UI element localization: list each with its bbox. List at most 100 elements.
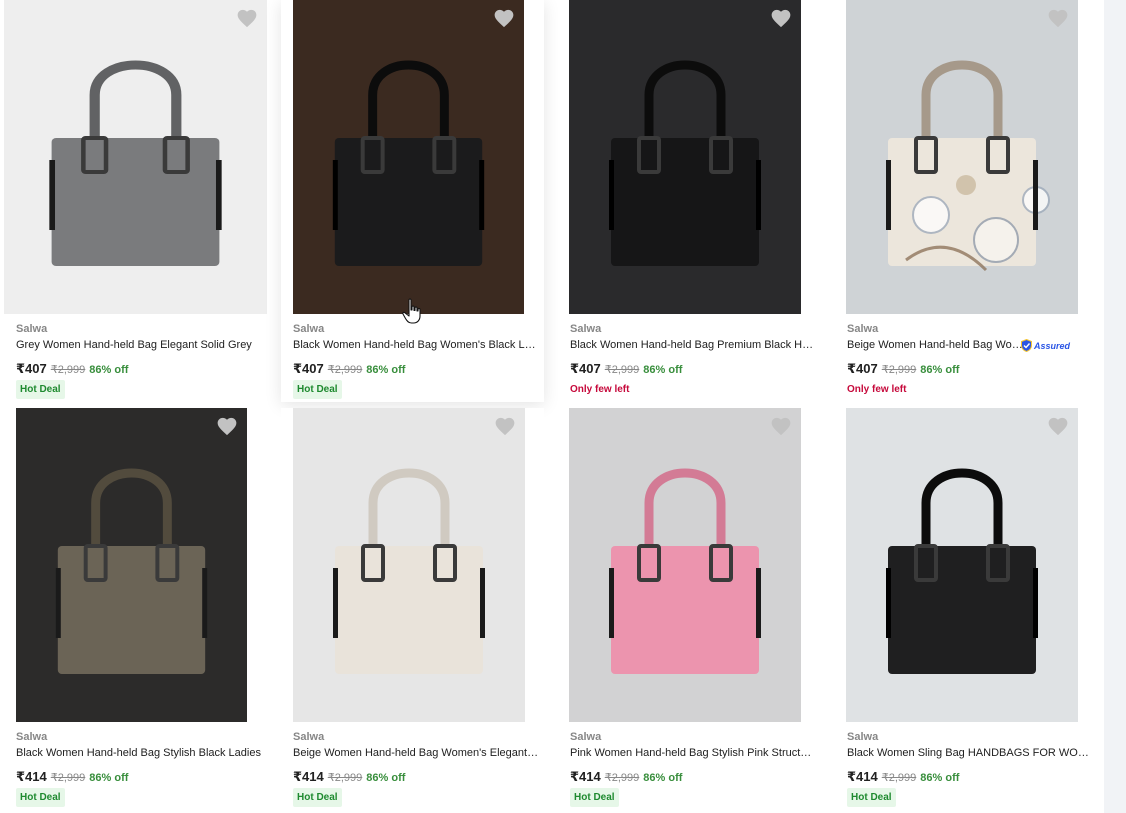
bag-photo bbox=[4, 0, 267, 314]
selling-price: ₹414 bbox=[293, 769, 324, 784]
price-row: ₹407 ₹2,999 86% off bbox=[16, 360, 128, 378]
price-row: ₹407 ₹2,999 86% off bbox=[570, 360, 682, 378]
heart-icon[interactable] bbox=[236, 8, 258, 28]
selling-price: ₹407 bbox=[847, 361, 878, 376]
product-title-row[interactable]: Black Women Hand-held Bag Women's Black … bbox=[293, 339, 539, 351]
product-title[interactable]: Black Women Hand-held Bag Stylish Black … bbox=[16, 747, 261, 759]
discount-percent: 86% off bbox=[920, 364, 960, 376]
bag-photo bbox=[846, 408, 1078, 722]
bag-photo bbox=[293, 408, 525, 722]
bag-photo bbox=[16, 408, 247, 722]
price-row: ₹414 ₹2,999 86% off bbox=[293, 768, 405, 786]
discount-percent: 86% off bbox=[643, 772, 683, 784]
original-price: ₹2,999 bbox=[604, 772, 640, 784]
product-brand: Salwa bbox=[293, 323, 325, 335]
original-price: ₹2,999 bbox=[50, 772, 86, 784]
product-brand: Salwa bbox=[16, 731, 48, 743]
product-brand: Salwa bbox=[570, 323, 602, 335]
product-title-row[interactable]: Grey Women Hand-held Bag Elegant Solid G… bbox=[16, 339, 262, 351]
product-card[interactable]: Salwa Black Women Hand-held Bag Stylish B… bbox=[4, 408, 267, 810]
product-card[interactable]: Salwa Pink Women Hand-held Bag Stylish Pi… bbox=[558, 408, 821, 810]
original-price: ₹2,999 bbox=[881, 364, 917, 376]
product-brand: Salwa bbox=[847, 731, 879, 743]
discount-percent: 86% off bbox=[366, 364, 406, 376]
selling-price: ₹414 bbox=[570, 769, 601, 784]
product-brand: Salwa bbox=[293, 731, 325, 743]
product-title[interactable]: Beige Women Hand-held Bag Women's Elegan… bbox=[293, 747, 539, 759]
product-image[interactable] bbox=[4, 0, 267, 314]
product-image[interactable] bbox=[281, 0, 544, 314]
heart-icon[interactable] bbox=[493, 8, 515, 28]
product-card[interactable]: Salwa Beige Women Hand-held Bag Women's E… bbox=[281, 408, 544, 810]
bag-photo bbox=[846, 0, 1078, 314]
hot-deal-badge: Hot Deal bbox=[293, 380, 342, 399]
original-price: ₹2,999 bbox=[327, 364, 363, 376]
original-price: ₹2,999 bbox=[881, 772, 917, 784]
product-title-row[interactable]: Black Women Hand-held Bag Premium Black … bbox=[570, 339, 816, 351]
discount-percent: 86% off bbox=[89, 772, 129, 784]
product-title-row[interactable]: Beige Women Hand-held Bag Women's Elegan… bbox=[293, 747, 539, 759]
price-row: ₹407 ₹2,999 86% off bbox=[293, 360, 405, 378]
product-image[interactable] bbox=[558, 408, 821, 722]
original-price: ₹2,999 bbox=[327, 772, 363, 784]
product-title-row[interactable]: Pink Women Hand-held Bag Stylish Pink St… bbox=[570, 747, 816, 759]
price-row: ₹414 ₹2,999 86% off bbox=[847, 768, 959, 786]
product-brand: Salwa bbox=[570, 731, 602, 743]
product-card[interactable]: Salwa Black Women Hand-held Bag Women's B… bbox=[281, 0, 544, 402]
heart-icon[interactable] bbox=[1047, 8, 1069, 28]
product-image[interactable] bbox=[835, 0, 1098, 314]
product-title-row[interactable]: Black Women Sling Bag HANDBAGS FOR WOMEN bbox=[847, 747, 1093, 759]
price-row: ₹407 ₹2,999 86% off bbox=[847, 360, 959, 378]
heart-icon[interactable] bbox=[216, 416, 238, 436]
product-title-row[interactable]: Black Women Hand-held Bag Stylish Black … bbox=[16, 747, 262, 759]
product-title[interactable]: Black Women Hand-held Bag Premium Black … bbox=[570, 339, 816, 351]
product-card[interactable]: Salwa Black Women Sling Bag HANDBAGS FOR … bbox=[835, 408, 1098, 810]
heart-icon[interactable] bbox=[1047, 416, 1069, 436]
price-row: ₹414 ₹2,999 86% off bbox=[570, 768, 682, 786]
hot-deal-badge: Hot Deal bbox=[293, 788, 342, 807]
price-row: ₹414 ₹2,999 86% off bbox=[16, 768, 128, 786]
product-title[interactable]: Black Women Hand-held Bag Women's Black … bbox=[293, 339, 539, 351]
flipkart-assured-icon: Assured bbox=[1021, 339, 1070, 352]
product-image[interactable] bbox=[4, 408, 267, 722]
stock-status: Only few left bbox=[847, 384, 907, 395]
heart-icon[interactable] bbox=[494, 416, 516, 436]
page-scroll-rail bbox=[1104, 0, 1126, 813]
original-price: ₹2,999 bbox=[50, 364, 86, 376]
selling-price: ₹414 bbox=[847, 769, 878, 784]
hot-deal-badge: Hot Deal bbox=[16, 788, 65, 807]
bag-photo bbox=[569, 0, 801, 314]
product-brand: Salwa bbox=[847, 323, 879, 335]
bag-photo bbox=[569, 408, 801, 722]
discount-percent: 86% off bbox=[643, 364, 683, 376]
discount-percent: 86% off bbox=[89, 364, 129, 376]
product-image[interactable] bbox=[835, 408, 1098, 722]
stock-status: Only few left bbox=[570, 384, 630, 395]
original-price: ₹2,999 bbox=[604, 364, 640, 376]
product-title-row[interactable]: Beige Women Hand-held Bag Women's Floral bbox=[847, 339, 1027, 351]
hot-deal-badge: Hot Deal bbox=[570, 788, 619, 807]
product-card[interactable]: Salwa Black Women Hand-held Bag Premium B… bbox=[558, 0, 821, 402]
heart-icon[interactable] bbox=[770, 8, 792, 28]
selling-price: ₹407 bbox=[570, 361, 601, 376]
product-card[interactable]: Salwa Grey Women Hand-held Bag Elegant So… bbox=[4, 0, 267, 402]
hot-deal-badge: Hot Deal bbox=[16, 380, 65, 399]
product-title[interactable]: Pink Women Hand-held Bag Stylish Pink St… bbox=[570, 747, 816, 759]
product-image[interactable] bbox=[281, 408, 544, 722]
product-title[interactable]: Black Women Sling Bag HANDBAGS FOR WOMEN bbox=[847, 747, 1093, 759]
discount-percent: 86% off bbox=[366, 772, 406, 784]
assured-label: Assured bbox=[1034, 340, 1071, 351]
product-title[interactable]: Grey Women Hand-held Bag Elegant Solid G… bbox=[16, 339, 252, 351]
selling-price: ₹407 bbox=[16, 361, 47, 376]
hand-pointer-icon bbox=[402, 298, 421, 324]
product-title[interactable]: Beige Women Hand-held Bag Women's Floral bbox=[847, 339, 1027, 351]
product-card[interactable]: Salwa Beige Women Hand-held Bag Women's F… bbox=[835, 0, 1098, 402]
heart-icon[interactable] bbox=[770, 416, 792, 436]
selling-price: ₹407 bbox=[293, 361, 324, 376]
selling-price: ₹414 bbox=[16, 769, 47, 784]
bag-photo bbox=[293, 0, 524, 314]
hot-deal-badge: Hot Deal bbox=[847, 788, 896, 807]
discount-percent: 86% off bbox=[920, 772, 960, 784]
product-image[interactable] bbox=[558, 0, 821, 314]
product-brand: Salwa bbox=[16, 323, 48, 335]
